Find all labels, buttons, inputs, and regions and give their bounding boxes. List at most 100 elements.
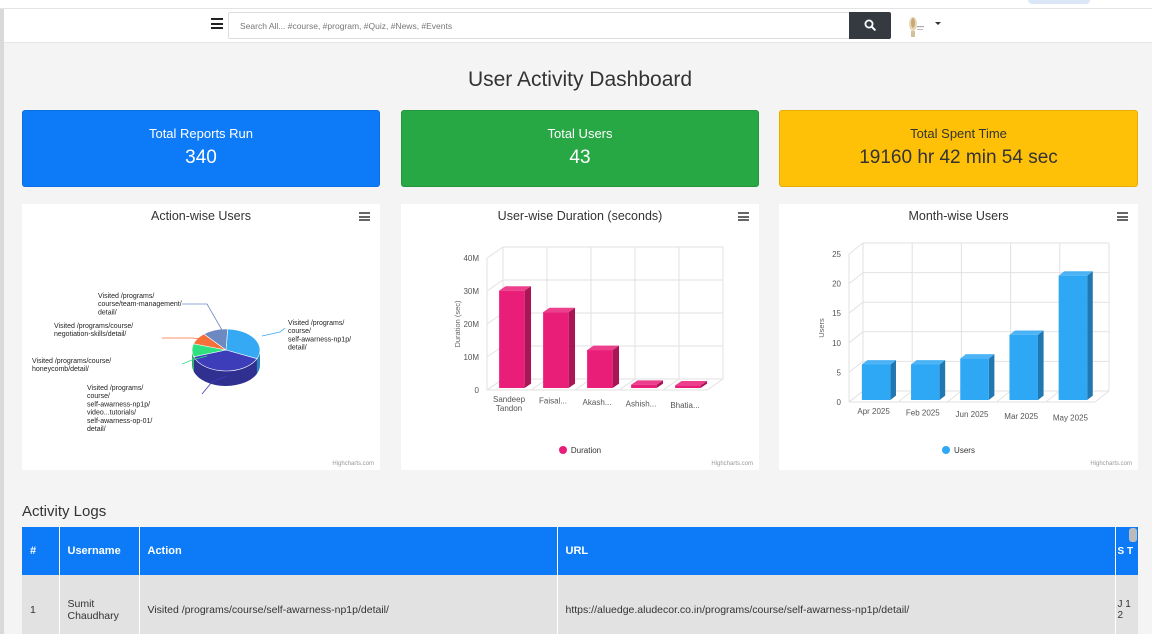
stat-card-reports: Total Reports Run 340 (22, 110, 380, 187)
bar-side (939, 360, 946, 401)
table-cell: Sumit Chaudhary (59, 575, 140, 634)
chart-menu-icon[interactable] (1117, 212, 1128, 221)
chart-credit[interactable]: Highcharts.com (1090, 461, 1132, 467)
grid-line (848, 242, 864, 255)
table-cell: J 1 2 (1115, 575, 1138, 634)
grid-line (1094, 390, 1110, 403)
caret-down-icon[interactable] (935, 22, 941, 25)
bar (1009, 334, 1038, 401)
grid-line (486, 279, 504, 292)
legend-marker (942, 446, 951, 454)
top-navbar (4, 9, 1152, 43)
grid-line (996, 390, 1011, 403)
chart-menu-icon[interactable] (359, 212, 370, 221)
bar-side (612, 345, 620, 389)
avatar[interactable] (900, 13, 926, 39)
column-header[interactable]: URL (557, 527, 1116, 575)
bar-chart: 0 10M 20M 30M 40M Sandeep Tandon Faisal... Akash… (453, 246, 724, 413)
y-tick-label: 0 (837, 398, 842, 407)
y-axis-label: Users (817, 318, 826, 338)
bar-top (861, 360, 896, 365)
chart-credit[interactable]: Highcharts.com (711, 461, 753, 467)
stat-label: Total Users (547, 126, 613, 141)
search-input[interactable] (228, 12, 850, 39)
chart-month-wise-users: 0 5 10 15 20 25 Apr 2025 Feb 2025 Jun 2025 Mar 20… (779, 204, 1138, 470)
x-tick-label: May 2025 (1053, 413, 1089, 422)
column-header[interactable]: # (22, 527, 60, 575)
bar-side (988, 354, 995, 401)
bar-side (568, 307, 576, 389)
grid-line (706, 378, 724, 391)
bar (861, 364, 891, 401)
grid-line (848, 361, 864, 373)
bar (631, 384, 657, 389)
chart-title: Action-wise Users (150, 209, 252, 223)
x-tick-label: Mar 2025 (1004, 412, 1038, 421)
table-scrollbar[interactable] (1129, 528, 1137, 542)
section-title: Activity Logs (22, 503, 107, 520)
legend-marker (558, 446, 567, 454)
stat-value: 43 (569, 147, 591, 168)
chart-credit[interactable]: Highcharts.com (332, 461, 374, 467)
x-tick-label: Sandeep Tandon (493, 395, 526, 413)
table-cell: Visited /programs/course/self-awarness-n… (139, 575, 558, 634)
bar-top (911, 360, 946, 365)
bar (499, 290, 525, 389)
avatar-image (909, 17, 924, 37)
pie-label: Visited /programs/course/self-awarness-n… (87, 385, 152, 433)
browser-strip (0, 0, 1152, 9)
y-tick-label: 15 (832, 309, 841, 318)
grid-line (848, 272, 864, 284)
table-row[interactable]: 1 Sumit Chaudhary Visited /programs/cour… (22, 575, 1138, 634)
stat-card-time: Total Spent Time 19160 hr 42 min 54 sec (779, 110, 1138, 187)
bar (675, 385, 701, 389)
chart-title: Month-wise Users (908, 209, 1009, 223)
chart-menu-icon[interactable] (738, 212, 749, 221)
bar-top (1058, 271, 1093, 276)
x-tick-label: Ashish... (626, 400, 657, 409)
grid-line (848, 390, 864, 403)
grid-line (947, 390, 962, 403)
x-tick-label: Apr 2025 (857, 407, 890, 416)
column-header[interactable]: Action (139, 527, 558, 575)
legend-label: Duration (570, 446, 602, 455)
x-tick-label: Feb 2025 (906, 409, 940, 418)
y-tick-label: 40M (463, 254, 479, 263)
legend-label: Users (954, 446, 975, 455)
column-header[interactable]: Username (59, 527, 140, 575)
x-tick-label: Bhatia... (670, 401, 699, 410)
bar (911, 364, 940, 401)
table-cell: 1 (22, 575, 60, 634)
bar-chart: 0 5 10 15 20 25 Apr 2025 Feb 2025 Jun 2025 Mar 20… (817, 242, 1110, 422)
bar (543, 312, 569, 389)
table-cell[interactable]: https://aluedge.aludecor.co.in/programs/… (557, 575, 1116, 634)
pie-label: Visited /programs/course/honeycomb/detai… (32, 358, 111, 373)
x-tick-label: Faisal... (539, 397, 567, 406)
table-header-row: # Username Action URL S T (22, 527, 1138, 575)
bar-side (524, 286, 532, 389)
pie-connector (182, 303, 223, 331)
bar-side (1037, 330, 1044, 401)
search-button[interactable] (849, 12, 891, 39)
y-tick-label: 5 (837, 368, 842, 377)
legend-item-users[interactable]: Users (779, 446, 1138, 455)
x-tick-label: Akash... (583, 398, 612, 407)
y-axis-label: Duration (sec) (453, 300, 462, 348)
grid-line (897, 390, 913, 403)
hamburger-icon[interactable] (211, 18, 223, 29)
y-tick-label: 10 (832, 339, 841, 348)
window-edge (0, 0, 4, 634)
chart-user-wise-duration: 0 10M 20M 30M 40M Sandeep Tandon Faisal... Akash… (401, 204, 759, 470)
bar-side (1087, 271, 1093, 401)
pie-label: Visited /programs/course/self-awarness-n… (288, 320, 351, 352)
bar (960, 358, 989, 401)
browser-pill (1028, 0, 1090, 4)
stat-value: 340 (185, 147, 217, 168)
grid-line (848, 331, 864, 344)
y-tick-label: 30M (463, 287, 479, 296)
pie-label: Visited /programs/course/negotiation-ski… (54, 323, 133, 338)
legend-item-duration[interactable]: Duration (401, 446, 759, 455)
activity-table: # Username Action URL S T 1 Sumit Chaudh… (22, 527, 1138, 634)
stat-card-users: Total Users 43 (401, 110, 759, 187)
chart-title: User-wise Duration (seconds) (497, 209, 663, 223)
